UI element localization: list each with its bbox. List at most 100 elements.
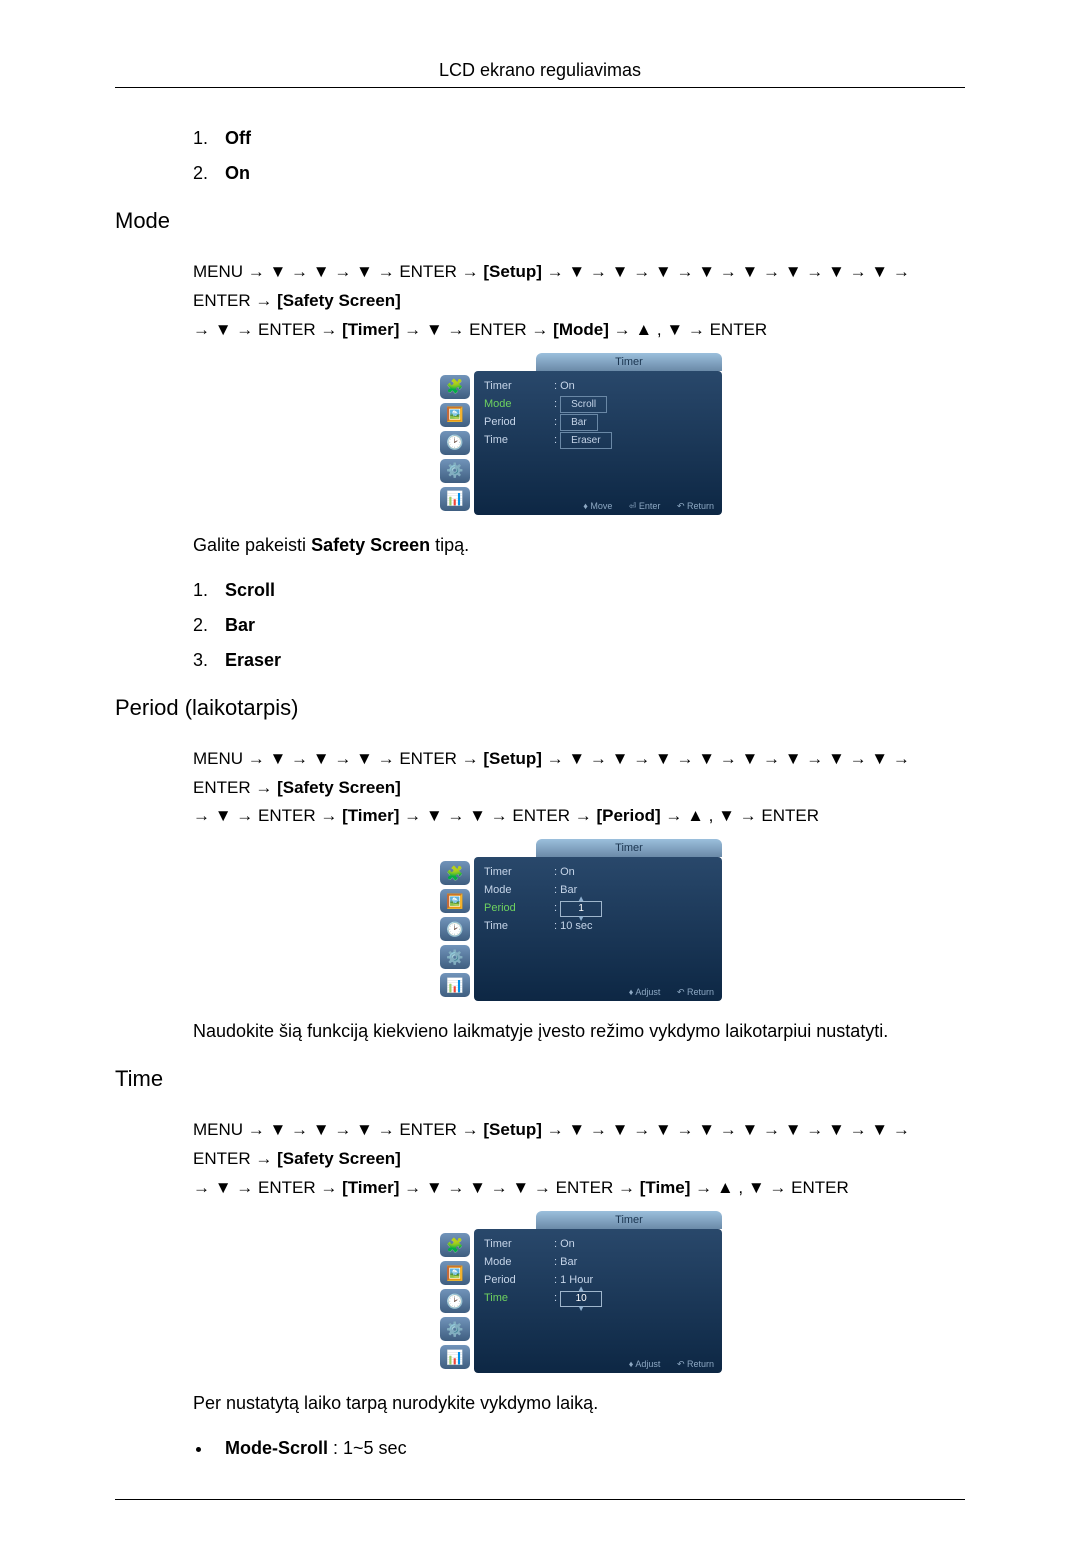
osd-row: Mode : Bar bbox=[484, 881, 712, 899]
osd-dropdown[interactable]: : Scroll bbox=[554, 395, 607, 413]
osd-sidebar-icons: 🧩 🖼️ 🕑 ⚙️ 📊 bbox=[436, 353, 474, 515]
option-off: Off bbox=[225, 128, 251, 148]
osd-body: Timer : On Mode : Scroll Period : Bar bbox=[474, 371, 722, 515]
text-bold: Safety Screen bbox=[311, 535, 430, 555]
osd-icon-picture: 🖼️ bbox=[440, 403, 470, 427]
nav-setup: [Setup] bbox=[483, 749, 542, 768]
osd-row-label: Mode bbox=[484, 1253, 546, 1271]
osd-icon-sound: 🕑 bbox=[440, 917, 470, 941]
osd-sidebar-icons: 🧩 🖼️ 🕑 ⚙️ 📊 bbox=[436, 839, 474, 1001]
list-item: Mode-Scroll : 1~5 sec bbox=[213, 1438, 965, 1459]
osd-row: Mode : Bar bbox=[484, 1253, 712, 1271]
osd-row-label: Timer bbox=[484, 377, 546, 395]
osd-row-label: Timer bbox=[484, 1235, 546, 1253]
content: Off On Mode MENU → ▼ → ▼ → ▼ → ENTER → [… bbox=[115, 128, 965, 1459]
osd-icon-picture: 🖼️ bbox=[440, 1261, 470, 1285]
osd-foot-hint: ⏎ Enter bbox=[629, 501, 661, 511]
osd-panel-period: Timer 🧩 🖼️ 🕑 ⚙️ 📊 Timer : On Mode : Bar bbox=[436, 839, 722, 1001]
period-description: Naudokite šią funkciją kiekvieno laikmat… bbox=[193, 1021, 965, 1042]
text: : 1~5 sec bbox=[328, 1438, 407, 1458]
osd-row-value: : Bar bbox=[554, 1253, 577, 1271]
osd-row-label: Timer bbox=[484, 863, 546, 881]
osd-title: Timer bbox=[536, 839, 722, 857]
osd-row-value: : On bbox=[554, 863, 575, 881]
osd-spinner[interactable]: 10 bbox=[560, 1291, 602, 1307]
mode-description: Galite pakeisti Safety Screen tipą. bbox=[193, 535, 965, 556]
osd-icon-input: 🧩 bbox=[440, 375, 470, 399]
osd-row-label-selected: Time bbox=[484, 1289, 546, 1307]
osd-foot-hint: ♦ Adjust bbox=[629, 1359, 661, 1369]
text: tipą. bbox=[430, 535, 469, 555]
osd-dropdown-suboption: : Bar bbox=[554, 413, 598, 431]
osd-row-value: : On bbox=[554, 377, 575, 395]
nav-timer: [Timer] bbox=[342, 1178, 399, 1197]
osd-icon-setup: ⚙️ bbox=[440, 945, 470, 969]
dropdown-option[interactable]: Scroll bbox=[560, 396, 607, 413]
osd-row-label: Period bbox=[484, 1271, 546, 1289]
osd-row: Timer : On bbox=[484, 863, 712, 881]
osd-row-value: : 1 Hour bbox=[554, 1271, 593, 1289]
osd-row-label: Mode bbox=[484, 881, 546, 899]
osd-foot-hint: ♦ Move bbox=[583, 501, 612, 511]
osd-row: Period : 1 Hour bbox=[484, 1271, 712, 1289]
osd-body: Timer : On Mode : Bar Period : 1 Hour Ti… bbox=[474, 1229, 722, 1373]
osd-panel-mode: Timer 🧩 🖼️ 🕑 ⚙️ 📊 Timer : On Mode : Scro… bbox=[436, 353, 722, 515]
nav-safety-screen: [Safety Screen] bbox=[277, 291, 401, 310]
osd-row-label: Time bbox=[484, 917, 546, 935]
list-item: Scroll bbox=[213, 580, 965, 601]
off-on-list: Off On bbox=[213, 128, 965, 184]
list-item: On bbox=[213, 163, 965, 184]
osd-icon-multi: 📊 bbox=[440, 487, 470, 511]
nav-mode: [Mode] bbox=[553, 320, 609, 339]
mode-options-list: Scroll Bar Eraser bbox=[213, 580, 965, 671]
nav-timer: [Timer] bbox=[342, 320, 399, 339]
osd-icon-sound: 🕑 bbox=[440, 431, 470, 455]
list-item: Eraser bbox=[213, 650, 965, 671]
dropdown-option: Bar bbox=[560, 414, 598, 431]
time-bullet-list: Mode-Scroll : 1~5 sec bbox=[213, 1438, 965, 1459]
heading-time: Time bbox=[115, 1066, 965, 1092]
nav-setup: [Setup] bbox=[483, 262, 542, 281]
osd-row-label: Time bbox=[484, 431, 546, 449]
osd-row: Timer : On bbox=[484, 1235, 712, 1253]
nav-safety-screen: [Safety Screen] bbox=[277, 1149, 401, 1168]
osd-row-label: Period bbox=[484, 413, 546, 431]
osd-spinner[interactable]: 1 bbox=[560, 901, 602, 917]
list-item: Off bbox=[213, 128, 965, 149]
heading-mode: Mode bbox=[115, 208, 965, 234]
osd-row-value: : On bbox=[554, 1235, 575, 1253]
osd-dropdown-suboption: : Eraser bbox=[554, 431, 612, 449]
osd-title: Timer bbox=[536, 353, 722, 371]
osd-panel-time: Timer 🧩 🖼️ 🕑 ⚙️ 📊 Timer : On Mode : Bar bbox=[436, 1211, 722, 1373]
osd-body: Timer : On Mode : Bar Period : 1 Time : … bbox=[474, 857, 722, 1001]
option-on: On bbox=[225, 163, 250, 183]
page-header: LCD ekrano reguliavimas bbox=[115, 60, 965, 81]
heading-period: Period (laikotarpis) bbox=[115, 695, 965, 721]
osd-icon-input: 🧩 bbox=[440, 1233, 470, 1257]
nav-period: [Period] bbox=[596, 806, 660, 825]
nav-path-mode: MENU → ▼ → ▼ → ▼ → ENTER → [Setup] → ▼ →… bbox=[193, 258, 965, 345]
option-bar: Bar bbox=[225, 615, 255, 635]
osd-icon-picture: 🖼️ bbox=[440, 889, 470, 913]
osd-foot-hint: ↶ Return bbox=[677, 1359, 714, 1369]
nav-safety-screen: [Safety Screen] bbox=[277, 778, 401, 797]
divider-top bbox=[115, 87, 965, 88]
divider-bottom bbox=[115, 1499, 965, 1500]
osd-footer: ♦ Adjust ↶ Return bbox=[615, 1359, 714, 1370]
nav-setup: [Setup] bbox=[483, 1120, 542, 1139]
osd-row: Period : Bar bbox=[484, 413, 712, 431]
osd-footer: ♦ Move ⏎ Enter ↶ Return bbox=[569, 501, 714, 512]
osd-row: Time : 10 sec bbox=[484, 917, 712, 935]
option-eraser: Eraser bbox=[225, 650, 281, 670]
osd-sidebar-icons: 🧩 🖼️ 🕑 ⚙️ 📊 bbox=[436, 1211, 474, 1373]
time-description: Per nustatytą laiko tarpą nurodykite vyk… bbox=[193, 1393, 965, 1414]
osd-row-label-selected: Mode bbox=[484, 395, 546, 413]
osd-row-value: : Bar bbox=[554, 881, 577, 899]
osd-row: Time : 10 bbox=[484, 1289, 712, 1307]
osd-row-value: : 10 sec bbox=[554, 917, 593, 935]
dropdown-option: Eraser bbox=[560, 432, 611, 449]
osd-row-label-selected: Period bbox=[484, 899, 546, 917]
osd-icon-setup: ⚙️ bbox=[440, 1317, 470, 1341]
nav-path-period: MENU → ▼ → ▼ → ▼ → ENTER → [Setup] → ▼ →… bbox=[193, 745, 965, 832]
text: Galite pakeisti bbox=[193, 535, 311, 555]
